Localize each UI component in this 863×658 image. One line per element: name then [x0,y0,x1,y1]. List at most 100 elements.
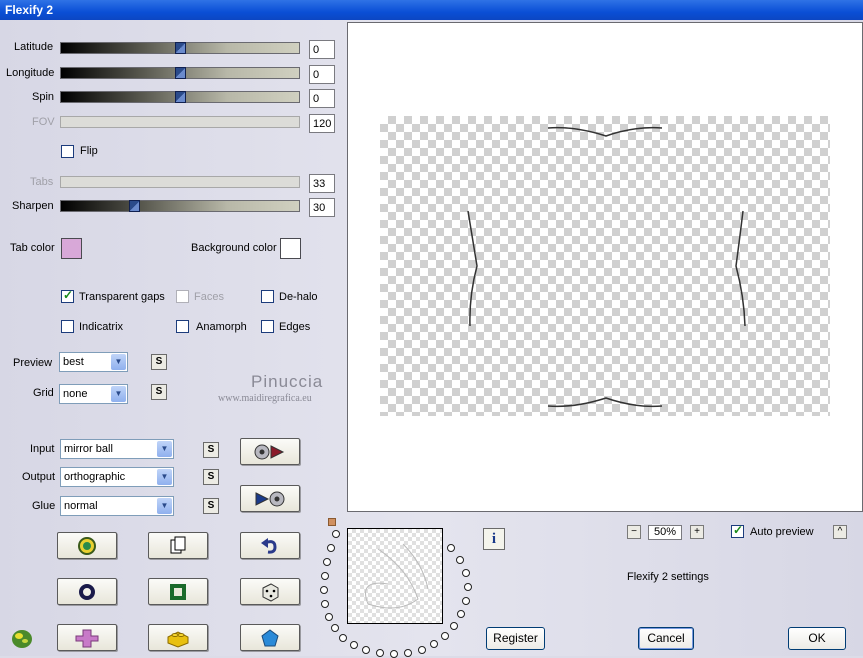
pentagon-icon [241,625,299,650]
ok-button[interactable]: OK [788,627,846,650]
tab-color-label: Tab color [10,242,55,254]
output-select[interactable]: orthographic ▼ [60,467,174,487]
glue-s-button[interactable]: S [203,498,219,514]
navigator-handle[interactable] [328,518,336,526]
input-select[interactable]: mirror ball ▼ [60,439,174,459]
orbit-dot[interactable] [320,586,328,594]
sharpen-label: Sharpen [12,200,54,212]
orbit-dot[interactable] [430,640,438,648]
flip-label: Flip [80,145,98,157]
orbit-dot[interactable] [321,600,329,608]
zoom-in-button[interactable]: + [690,525,704,539]
pentagon-button[interactable] [240,624,300,651]
cross-shape-icon [58,625,116,650]
sharpen-slider[interactable] [60,200,300,212]
orbit-dot[interactable] [390,650,398,658]
flip-checkbox[interactable] [61,145,74,158]
preview-canvas[interactable] [347,22,863,512]
grid-s-button[interactable]: S [151,384,167,400]
orbit-dot[interactable] [331,624,339,632]
grid-select-value: none [63,388,88,400]
anamorph-checkbox[interactable] [176,320,189,333]
spin-label: Spin [32,91,55,103]
auto-preview-checkbox[interactable]: ✓ [731,523,744,538]
cross-button[interactable] [57,624,117,651]
orbit-dot[interactable] [332,530,340,538]
longitude-slider[interactable] [60,67,300,79]
orbit-dot[interactable] [457,610,465,618]
tab-color-swatch[interactable] [61,238,82,259]
orbit-dot[interactable] [418,646,426,654]
grid-label: Grid [33,387,54,399]
transparent-gaps-checkbox[interactable]: ✓ [61,288,74,303]
orbit-dot[interactable] [339,634,347,642]
copy-button[interactable] [148,532,208,559]
longitude-value[interactable]: 0 [309,65,335,84]
orbit-dot[interactable] [464,583,472,591]
latitude-value[interactable]: 0 [309,40,335,59]
orbit-dot[interactable] [327,544,335,552]
preview-image [380,116,830,416]
latitude-slider[interactable] [60,42,300,54]
faces-checkbox [176,290,189,303]
orbit-dot[interactable] [321,572,329,580]
dice-button[interactable] [240,578,300,605]
preview-s-button[interactable]: S [151,354,167,370]
info-button[interactable]: i [483,528,505,550]
chevron-down-icon: ▼ [157,469,172,485]
zoom-out-button[interactable]: − [627,525,641,539]
latitude-slider-thumb[interactable] [175,42,186,54]
sharpen-value[interactable]: 30 [309,198,335,217]
spin-slider[interactable] [60,91,300,103]
orbit-dot[interactable] [447,544,455,552]
chevron-down-icon: ▼ [111,354,126,370]
orbit-dot[interactable] [456,556,464,564]
spin-value[interactable]: 0 [309,89,335,108]
spin-slider-thumb[interactable] [175,91,186,103]
faces-label: Faces [194,291,224,303]
sharpen-slider-thumb[interactable] [129,200,140,212]
glue-select[interactable]: normal ▼ [60,496,174,516]
brick-button[interactable] [148,624,208,651]
frame-button[interactable] [148,578,208,605]
orbit-dot[interactable] [450,622,458,630]
longitude-slider-thumb[interactable] [175,67,186,79]
collapse-button[interactable]: ^ [833,525,847,539]
orbit-dot[interactable] [462,597,470,605]
input-to-output-button[interactable] [240,438,300,465]
indicatrix-checkbox[interactable] [61,320,74,333]
de-halo-label: De-halo [279,291,318,303]
grid-select[interactable]: none ▼ [59,384,128,404]
output-s-button[interactable]: S [203,469,219,485]
fov-value[interactable]: 120 [309,114,335,133]
register-button[interactable]: Register [486,627,545,650]
glue-select-value: normal [64,500,98,512]
undo-button[interactable] [240,532,300,559]
preview-select[interactable]: best ▼ [59,352,128,372]
cancel-button[interactable]: Cancel [638,627,694,650]
tabs-slider [60,176,300,188]
flexify-logo-icon [10,626,34,653]
play-globe-icon [241,486,299,511]
orbit-dot[interactable] [323,558,331,566]
watermark-name: Pinuccia [251,372,324,391]
background-color-swatch[interactable] [280,238,301,259]
ring-button[interactable] [57,578,117,605]
check-mark-icon: ✓ [63,288,74,302]
orbit-dot[interactable] [441,632,449,640]
output-select-value: orthographic [64,471,126,483]
input-s-button[interactable]: S [203,442,219,458]
orbit-dot[interactable] [325,613,333,621]
chevron-down-icon: ▼ [157,441,172,457]
indicatrix-label: Indicatrix [79,321,124,333]
output-to-input-button[interactable] [240,485,300,512]
randomize-button[interactable] [57,532,117,559]
navigator-thumbnail[interactable] [347,528,443,624]
orbit-dot[interactable] [350,641,358,649]
preview-label: Preview [13,357,53,369]
tabs-value[interactable]: 33 [309,174,335,193]
de-halo-checkbox[interactable] [261,290,274,303]
edges-checkbox[interactable] [261,320,274,333]
orbit-dot[interactable] [362,646,370,654]
orbit-dot[interactable] [462,569,470,577]
